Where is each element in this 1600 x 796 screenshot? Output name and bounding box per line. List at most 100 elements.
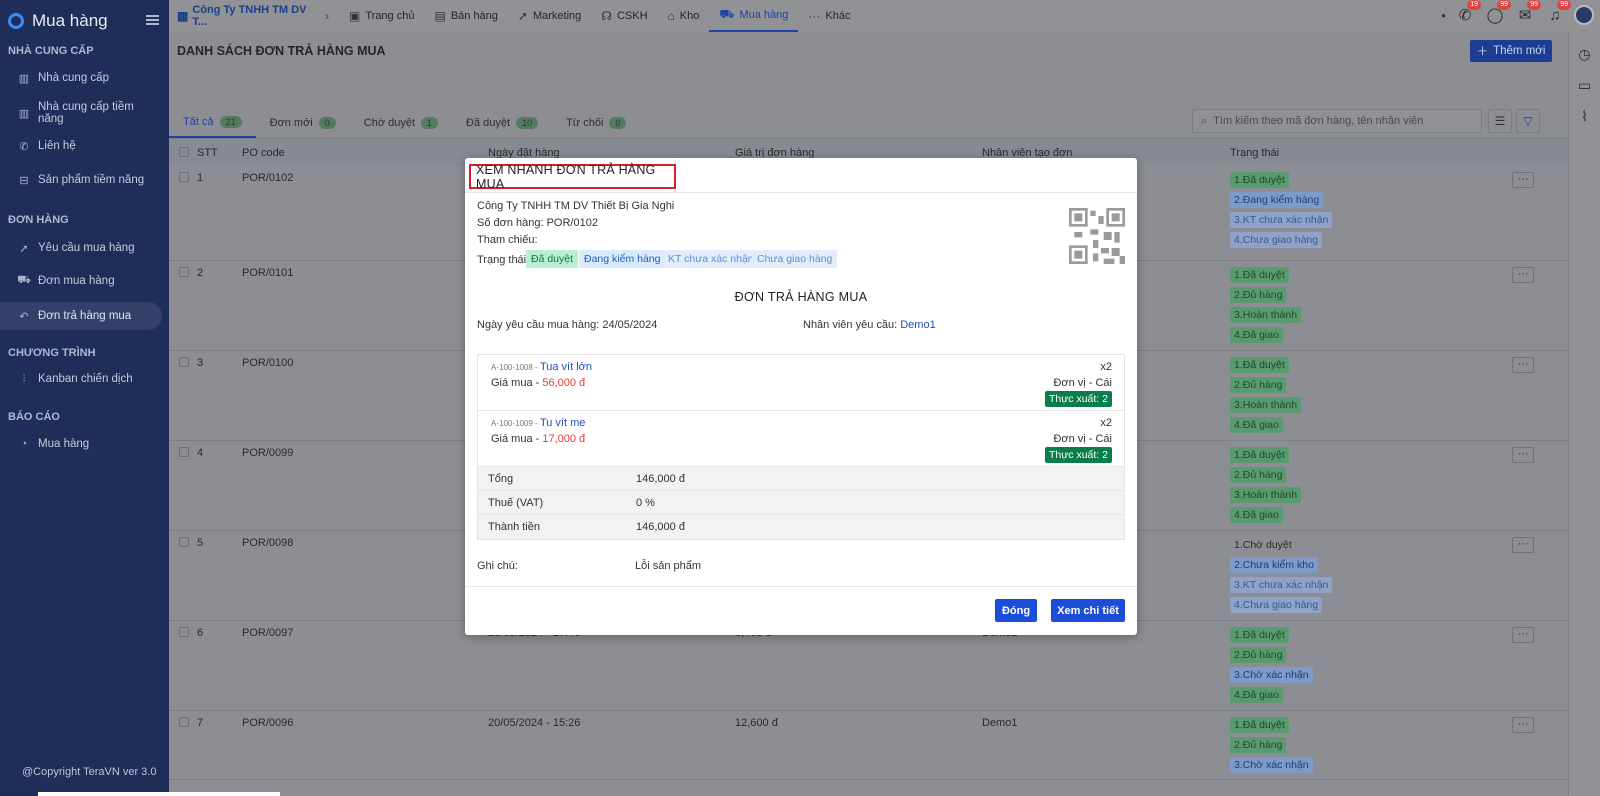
app-name: Mua hàng bbox=[32, 11, 108, 30]
supplier-name: Công Ty TNHH TM DV Thiết Bị Gia Nghi bbox=[477, 200, 675, 212]
avatar[interactable] bbox=[1574, 5, 1594, 25]
more-actions-button[interactable]: ··· bbox=[1512, 172, 1534, 188]
status-pill: 2.Đủ hàng bbox=[1230, 736, 1287, 753]
status-pill: 2.Chưa kiểm kho bbox=[1230, 556, 1318, 573]
logo[interactable]: Mua hàng bbox=[0, 0, 169, 42]
add-new-button[interactable]: ＋ Thêm mới bbox=[1470, 40, 1552, 62]
paperclip-icon[interactable]: ⌇ bbox=[1569, 108, 1600, 125]
phone-icon: ✆ bbox=[19, 140, 29, 153]
sidebar-item-potential-supplier[interactable]: ▥ Nhà cung cấp tiềm năng bbox=[0, 99, 162, 127]
sidebar-item-purchase-return[interactable]: ↶ Đơn trả hàng mua bbox=[0, 302, 162, 330]
status-pill: 4.Đã giao bbox=[1230, 416, 1283, 433]
po-code-link[interactable]: POR/0098 bbox=[238, 530, 484, 621]
box-icon: ⊟ bbox=[19, 174, 29, 187]
view-detail-button[interactable]: Xem chi tiết bbox=[1051, 599, 1125, 622]
row-value: 12,600 đ bbox=[731, 710, 978, 780]
status-pill: 4.Đã giao bbox=[1230, 506, 1283, 523]
status-label: Trạng thái: bbox=[477, 254, 530, 266]
warehouse-icon: ⌂ bbox=[667, 9, 675, 23]
row-stt: 5 bbox=[193, 530, 238, 621]
row-checkbox[interactable] bbox=[169, 710, 193, 780]
bell-icon[interactable]: ♫ 99 bbox=[1544, 0, 1571, 26]
tab-count: 1 bbox=[421, 117, 439, 129]
order-number: Số đơn hàng: POR/0102 bbox=[477, 217, 598, 229]
requester-link[interactable]: Demo1 bbox=[900, 319, 935, 331]
tab-count: 10 bbox=[516, 117, 539, 129]
more-icon: ··· bbox=[808, 9, 821, 23]
tab-pending[interactable]: Chờ duyệt 1 bbox=[350, 108, 452, 138]
row-checkbox[interactable] bbox=[169, 620, 193, 711]
nav-sales[interactable]: ▤ Bán hàng bbox=[424, 0, 507, 32]
filter-button[interactable]: ▽ bbox=[1516, 109, 1540, 133]
nav-marketing[interactable]: ➚ Marketing bbox=[508, 0, 591, 32]
po-code-link[interactable]: POR/0096 bbox=[238, 710, 484, 780]
status-pill: 3.Hoàn thành bbox=[1230, 396, 1302, 413]
nav-warehouse[interactable]: ⌂ Kho bbox=[658, 0, 710, 32]
row-checkbox[interactable] bbox=[169, 530, 193, 621]
hamburger-icon[interactable] bbox=[146, 15, 159, 25]
close-button[interactable]: Đóng bbox=[995, 599, 1037, 622]
phone-icon[interactable]: ✆ 19 bbox=[1454, 0, 1481, 26]
nav-purchase[interactable]: ⛟ Mua hàng bbox=[709, 0, 799, 32]
row-checkbox[interactable] bbox=[169, 440, 193, 531]
status-pill: 4.Chưa giao hàng bbox=[1230, 596, 1323, 613]
status-pill: 2.Đang kiểm hàng bbox=[1230, 192, 1324, 208]
company-switcher[interactable]: ▦ Công Ty TNHH TM DV T... bbox=[169, 4, 321, 28]
chat-icon[interactable]: ◯ 99 bbox=[1484, 0, 1511, 26]
more-actions-button[interactable]: ··· bbox=[1512, 356, 1534, 373]
sidebar-item-label: Nhà cung cấp tiềm năng bbox=[37, 101, 134, 125]
item-unit: Đơn vị - Cái bbox=[1053, 377, 1112, 389]
nav-cskh[interactable]: ☊ CSKH bbox=[591, 0, 657, 32]
po-code-link[interactable]: POR/0100 bbox=[238, 350, 484, 441]
table-row[interactable]: 7 POR/0096 20/05/2024 - 15:26 12,600 đ Demo1… bbox=[169, 710, 1568, 780]
note-label: Ghi chú: bbox=[477, 560, 518, 572]
tab-approved[interactable]: Đã duyệt 10 bbox=[452, 108, 552, 138]
status-tabs: Tất cả 21 Đơn mới 0 Chờ duyệt 1 Đã duyệt 10 … bbox=[169, 108, 640, 138]
more-actions-button[interactable]: ··· bbox=[1512, 626, 1534, 643]
tab-all[interactable]: Tất cả 21 bbox=[169, 108, 256, 138]
nav-label: CSKH bbox=[616, 10, 648, 22]
tab-count: 0 bbox=[318, 117, 336, 129]
divider bbox=[169, 138, 1568, 139]
comment-icon[interactable]: ▭ bbox=[1569, 77, 1600, 94]
row-checkbox[interactable] bbox=[169, 166, 193, 261]
row-staff[interactable]: Demo1 bbox=[978, 710, 1226, 780]
more-actions-button[interactable]: ··· bbox=[1512, 716, 1534, 733]
items-list: A-100-1008 - Tua vít lớn Giá mua - 56,00… bbox=[477, 354, 1125, 540]
row-checkbox[interactable] bbox=[169, 260, 193, 351]
sidebar-item-kanban[interactable]: ⫶ Kanban chiến dịch bbox=[0, 365, 162, 393]
nav-label: Marketing bbox=[532, 10, 582, 22]
more-actions-button[interactable]: ··· bbox=[1512, 536, 1534, 553]
po-code-link[interactable]: POR/0097 bbox=[238, 620, 484, 711]
sidebar-item-supplier[interactable]: ▥ Nhà cung cấp bbox=[0, 64, 162, 92]
status-pill: 4.Đã giao bbox=[1230, 686, 1283, 703]
sidebar-item-potential-product[interactable]: ⊟ Sản phẩm tiềm năng bbox=[0, 166, 162, 194]
sidebar-item-purchase-order[interactable]: ⛟ Đơn mua hàng bbox=[0, 267, 162, 295]
row-checkbox[interactable] bbox=[169, 350, 193, 441]
more-actions-button[interactable]: ··· bbox=[1512, 266, 1534, 283]
po-code-link[interactable]: POR/0102 bbox=[238, 166, 484, 261]
filter-settings-button[interactable]: ☰ bbox=[1488, 109, 1512, 133]
nav-more[interactable]: ··· Khác bbox=[798, 0, 860, 32]
clock-icon[interactable]: ◷ bbox=[1569, 46, 1600, 63]
company-name: Công Ty TNHH TM DV T... bbox=[192, 4, 307, 28]
tab-rejected[interactable]: Từ chối 0 bbox=[552, 108, 640, 138]
cart-icon: ⛟ bbox=[17, 274, 31, 286]
item-name-link[interactable]: Tua vít lớn bbox=[540, 361, 592, 373]
po-code-link[interactable]: POR/0101 bbox=[238, 260, 484, 351]
sidebar-item-report-purchase[interactable]: ◔ Mua hàng bbox=[0, 430, 162, 458]
select-all-checkbox[interactable] bbox=[169, 140, 193, 166]
item-name-link[interactable]: Tu vít me bbox=[540, 417, 585, 429]
topbar: ▦ Công Ty TNHH TM DV T... › ▣ Trang chủ ▤… bbox=[169, 0, 1600, 32]
po-code-link[interactable]: POR/0099 bbox=[238, 440, 484, 531]
sidebar-section-title: NHÀ CUNG CẤP bbox=[8, 45, 94, 57]
search-input[interactable]: ⌕ Tìm kiếm theo mã đơn hàng, tên nhân vi… bbox=[1192, 109, 1482, 133]
nav-home[interactable]: ▣ Trang chủ bbox=[339, 0, 424, 32]
sidebar-item-purchase-request[interactable]: ➚ Yêu cầu mua hàng bbox=[0, 234, 162, 262]
more-actions-button[interactable]: ··· bbox=[1512, 446, 1534, 463]
sidebar-item-contact[interactable]: ✆ Liên hệ bbox=[0, 132, 162, 160]
tab-count: 0 bbox=[609, 117, 627, 129]
mail-icon[interactable]: ✉ 99 bbox=[1514, 0, 1541, 26]
row-actions: ··· bbox=[1508, 620, 1568, 711]
tab-new[interactable]: Đơn mới 0 bbox=[256, 108, 350, 138]
